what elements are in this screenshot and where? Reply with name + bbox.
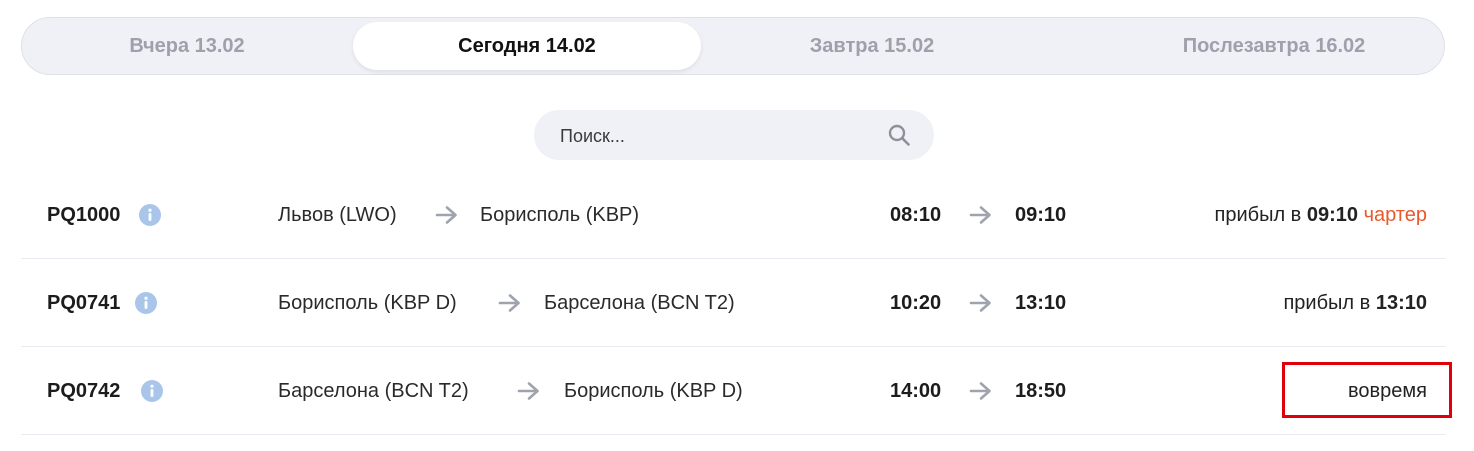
search-box (534, 110, 934, 162)
flight-row[interactable]: PQ0741 Борисполь (KBP D) Барселона (BCN … (21, 260, 1445, 347)
departure-time: 14:00 (890, 380, 942, 402)
arrow-right-icon (969, 294, 991, 312)
departure-airport: Львов (LWO) (278, 204, 397, 226)
arrival-airport: Барселона (BCN T2) (544, 292, 735, 314)
arrow-right-icon (435, 206, 457, 224)
flight-status: прибыл в 09:10 чартер (1214, 172, 1427, 258)
arrival-airport: Борисполь (KBP) (480, 204, 640, 226)
info-icon[interactable] (141, 380, 163, 402)
arrival-time: 13:10 (1015, 292, 1067, 314)
departure-time: 10:20 (890, 292, 942, 314)
arrow-right-icon (517, 382, 539, 400)
flight-row[interactable]: PQ0742 Барселона (BCN T2) Борисполь (KBP… (21, 348, 1445, 435)
arrival-time: 09:10 (1015, 204, 1067, 226)
tab-tomorrow[interactable]: Завтра 15.02 (704, 22, 1040, 70)
status-highlight-box (1282, 362, 1452, 418)
search-icon[interactable] (887, 123, 911, 147)
arrow-right-icon (498, 294, 520, 312)
info-icon[interactable] (139, 204, 161, 226)
arrow-right-icon (969, 382, 991, 400)
arrow-right-icon (969, 206, 991, 224)
tab-day-after-tomorrow[interactable]: Послезавтра 16.02 (1052, 22, 1474, 70)
flight-number: PQ0742 (47, 380, 121, 402)
charter-badge: чартер (1363, 204, 1427, 226)
status-prefix: прибыл в (1214, 204, 1302, 226)
flight-number: PQ0741 (47, 292, 121, 314)
status-prefix: прибыл в (1283, 292, 1371, 314)
status-time: 09:10 (1306, 204, 1359, 226)
flight-status: прибыл в 13:10 (1283, 260, 1427, 346)
flight-number: PQ1000 (47, 204, 121, 226)
arrival-time: 18:50 (1015, 380, 1067, 402)
search-input[interactable] (558, 110, 882, 162)
departure-airport: Борисполь (KBP D) (278, 292, 457, 314)
status-time: 13:10 (1375, 292, 1427, 314)
departure-time: 08:10 (890, 204, 942, 226)
departure-airport: Барселона (BCN T2) (278, 380, 469, 402)
date-tabs: Вчера 13.02 Сегодня 14.02 Завтра 15.02 П… (21, 17, 1445, 75)
arrival-airport: Борисполь (KBP D) (564, 380, 743, 402)
info-icon[interactable] (135, 292, 157, 314)
tab-today[interactable]: Сегодня 14.02 (353, 22, 701, 70)
tab-yesterday[interactable]: Вчера 13.02 (24, 22, 350, 70)
flight-row[interactable]: PQ1000 Львов (LWO) Борисполь (KBP) 08:10… (21, 172, 1445, 259)
